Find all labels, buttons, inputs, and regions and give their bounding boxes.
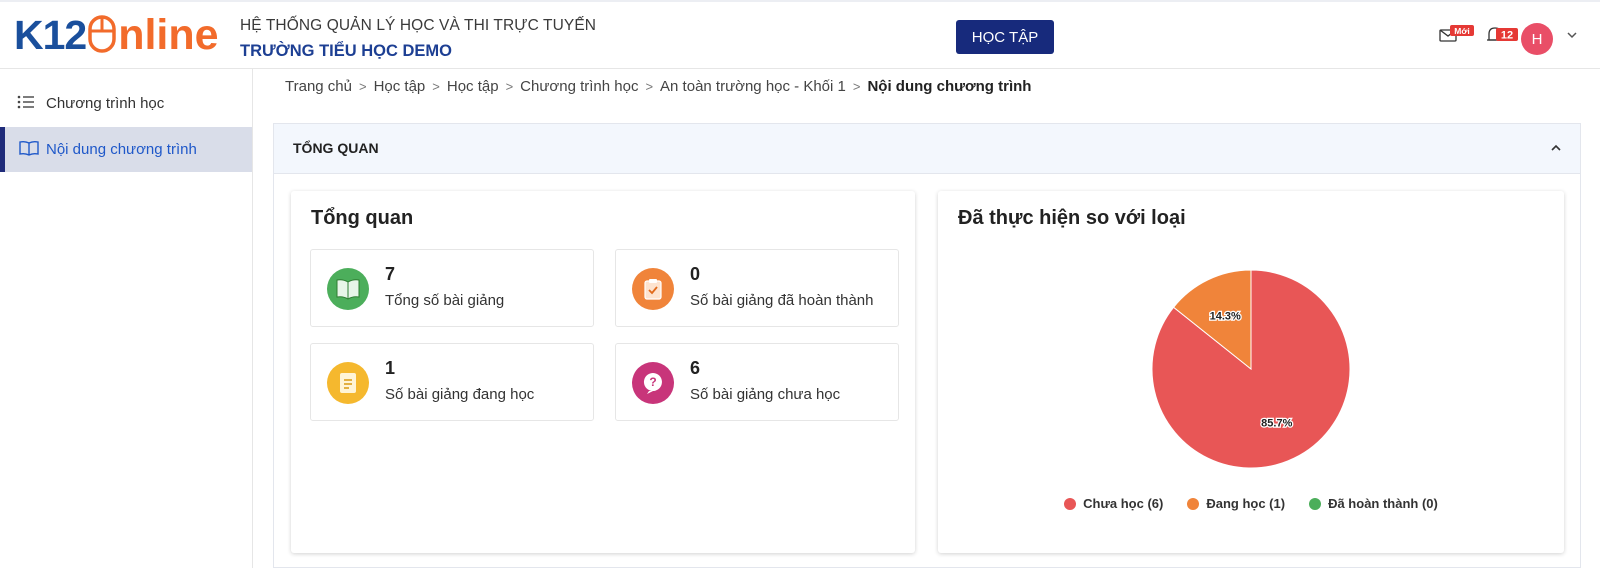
legend-label: Đã hoàn thành (0) xyxy=(1328,496,1438,511)
chevron-right-icon: > xyxy=(432,79,440,94)
overview-card: Tổng quan 7 Tổng số bài giảng 0 Số bài g xyxy=(291,191,915,553)
school-name: TRƯỜNG TIỂU HỌC DEMO xyxy=(240,42,453,60)
stat-completed-lectures: 0 Số bài giảng đã hoàn thành xyxy=(615,249,899,327)
k12online-logo[interactable]: K12 nline xyxy=(14,12,219,58)
logo-online-text: nline xyxy=(118,11,219,59)
mail-icon: Mới xyxy=(1439,25,1474,42)
pie-chart: 85.7% 14.3% xyxy=(1151,269,1351,469)
chart-card: Đã thực hiện so với loại 85.7% 14.3% Chưa… xyxy=(938,191,1564,553)
breadcrumb-current: Nội dung chương trình xyxy=(867,78,1032,95)
legend-label: Đang học (1) xyxy=(1206,496,1286,511)
legend-label: Chưa học (6) xyxy=(1083,496,1164,511)
legend-item[interactable]: Đã hoàn thành (0) xyxy=(1309,496,1438,511)
stat-label: Tổng số bài giảng xyxy=(385,292,505,309)
hoc-tap-button[interactable]: HỌC TẬP xyxy=(956,20,1054,54)
sidebar: Chương trình học Nội dung chương trình xyxy=(0,69,253,568)
mouse-logo-icon xyxy=(88,15,116,53)
svg-text:?: ? xyxy=(649,375,656,389)
sidebar-item-label: Chương trình học xyxy=(46,95,165,112)
chevron-right-icon: > xyxy=(645,79,654,94)
overview-panel: TỔNG QUAN Tổng quan 7 Tổng số bài giảng xyxy=(273,123,1581,568)
logo-k12-text: K12 xyxy=(14,12,87,58)
chevron-right-icon: > xyxy=(358,79,367,94)
chevron-right-icon: > xyxy=(852,79,861,94)
question-icon: ? xyxy=(632,362,674,404)
legend-item[interactable]: Đang học (1) xyxy=(1187,496,1285,511)
notification-count-badge: 12 xyxy=(1501,30,1513,42)
stat-value: 0 xyxy=(690,264,701,284)
chevron-up-icon[interactable] xyxy=(1550,143,1562,153)
system-title: HỆ THỐNG QUẢN LÝ HỌC VÀ THI TRỰC TUYẾN xyxy=(240,17,597,34)
stat-label: Số bài giảng đã hoàn thành xyxy=(690,292,874,309)
stat-in-progress-lectures: 1 Số bài giảng đang học xyxy=(310,343,594,421)
breadcrumb-link-hoc-tap[interactable]: Học tập xyxy=(374,78,426,95)
stat-value: 6 xyxy=(690,358,701,378)
stat-value: 1 xyxy=(385,358,396,378)
sidebar-item-noi-dung-chuong-trinh[interactable]: Nội dung chương trình xyxy=(0,127,252,172)
stat-label: Số bài giảng đang học xyxy=(385,386,535,403)
sidebar-item-chuong-trinh-hoc[interactable]: Chương trình học xyxy=(0,81,252,126)
notification-button[interactable]: 12 xyxy=(1486,25,1520,50)
overview-panel-header[interactable]: TỔNG QUAN xyxy=(274,124,1580,174)
pie-data-label: 14.3% xyxy=(1210,310,1241,322)
book-open-icon xyxy=(19,140,39,156)
stat-value: 7 xyxy=(385,264,396,284)
mail-new-badge: Mới xyxy=(1454,26,1470,36)
book-icon xyxy=(327,268,369,310)
user-avatar[interactable]: H xyxy=(1521,23,1553,55)
chevron-down-icon[interactable] xyxy=(1566,30,1578,40)
clipboard-check-icon xyxy=(632,268,674,310)
stat-total-lectures: 7 Tổng số bài giảng xyxy=(310,249,594,327)
legend-dot xyxy=(1064,497,1077,510)
legend-dot xyxy=(1309,497,1322,510)
overview-card-title: Tổng quan xyxy=(311,207,414,229)
breadcrumb-link-chuong-trinh-hoc[interactable]: Chương trình học xyxy=(520,78,638,95)
stat-not-started-lectures: ? 6 Số bài giảng chưa học xyxy=(615,343,899,421)
bell-icon: 12 xyxy=(1487,27,1518,42)
breadcrumb-link-khoi-1[interactable]: An toàn trường học - Khối 1 xyxy=(660,78,846,95)
legend-dot xyxy=(1187,497,1200,510)
sidebar-item-label: Nội dung chương trình xyxy=(46,141,197,158)
panel-title: TỔNG QUAN xyxy=(293,140,379,156)
pie-data-label: 85.7% xyxy=(1261,418,1292,430)
breadcrumb-link-home[interactable]: Trang chủ xyxy=(285,78,352,95)
legend-item[interactable]: Chưa học (6) xyxy=(1064,496,1163,511)
list-icon xyxy=(17,95,34,109)
stat-label: Số bài giảng chưa học xyxy=(690,386,841,403)
breadcrumb-link-hoc-tap-2[interactable]: Học tập xyxy=(447,78,499,95)
document-icon xyxy=(327,362,369,404)
chevron-right-icon: > xyxy=(505,79,514,94)
top-header: K12 nline HỆ THỐNG QUẢN LÝ HỌC VÀ THI TR… xyxy=(0,0,1600,69)
breadcrumb: Trang chủ > Học tập > Học tập > Chương t… xyxy=(285,78,1031,95)
chart-legend: Chưa học (6) Đang học (1) Đã hoàn thành (0… xyxy=(938,496,1564,511)
mail-new-button[interactable]: Mới xyxy=(1439,25,1475,50)
